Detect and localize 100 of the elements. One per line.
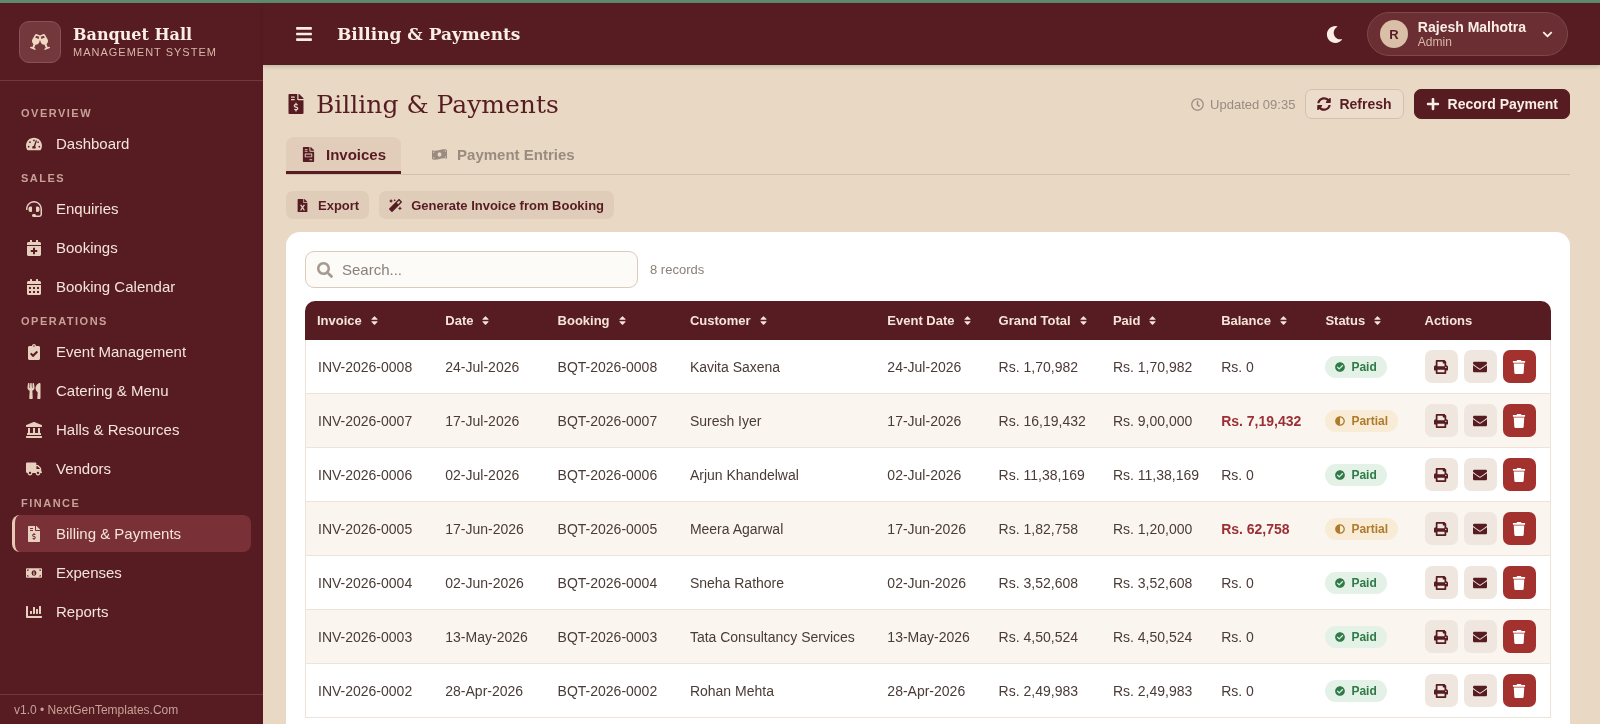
menu-icon[interactable] — [295, 25, 313, 43]
email-button[interactable] — [1463, 512, 1497, 545]
sidebar-item[interactable]: Reports — [12, 593, 251, 630]
column-header: Actions — [1412, 301, 1551, 340]
email-button[interactable] — [1463, 566, 1497, 599]
print-button[interactable] — [1424, 350, 1458, 383]
printer-icon — [1434, 683, 1449, 698]
email-button[interactable] — [1463, 620, 1497, 653]
sidebar-item[interactable]: Expenses — [12, 554, 251, 591]
envelope-icon — [1473, 629, 1488, 644]
plus-icon — [1425, 97, 1440, 111]
email-button[interactable] — [1463, 404, 1497, 437]
sidebar-item[interactable]: Enquiries — [12, 190, 251, 227]
updated-time: Updated 09:35 — [1210, 96, 1296, 112]
tab[interactable]: Invoices — [286, 137, 402, 174]
invoice-icon — [286, 94, 306, 114]
section-heading: FINANCE — [20, 496, 82, 511]
trash-icon — [1512, 521, 1527, 536]
printer-icon — [1434, 359, 1449, 374]
truck-icon — [26, 460, 42, 477]
delete-button[interactable] — [1502, 620, 1536, 653]
column-header[interactable]: Grand Total — [986, 301, 1101, 340]
table-cell: Rs. 2,49,983 — [986, 664, 1101, 718]
sidebar-item[interactable]: Bookings — [12, 229, 251, 266]
brand-title: Banquet Hall — [73, 25, 194, 44]
user-name: Rajesh Malhotra — [1417, 19, 1526, 35]
sort-icon — [961, 315, 973, 326]
column-header[interactable]: Invoice — [305, 301, 434, 340]
email-button[interactable] — [1463, 458, 1497, 491]
print-button[interactable] — [1424, 566, 1458, 599]
toolbar-button[interactable]: Export — [286, 191, 370, 219]
envelope-icon — [1473, 575, 1488, 590]
print-button[interactable] — [1424, 404, 1458, 437]
email-button[interactable] — [1463, 674, 1497, 707]
utensils-icon — [26, 382, 42, 399]
check-icon — [1335, 631, 1346, 642]
sidebar-item[interactable]: Vendors — [12, 450, 251, 487]
status-badge: Paid — [1325, 571, 1387, 594]
sidebar-item[interactable]: Billing & Payments — [12, 515, 251, 552]
envelope-icon — [1473, 521, 1488, 536]
printer-icon — [1434, 575, 1449, 590]
print-button[interactable] — [1424, 458, 1458, 491]
trash-icon — [1512, 575, 1527, 590]
calendar-icon — [26, 278, 42, 295]
printer-icon — [1434, 413, 1449, 428]
envelope-icon — [1473, 413, 1488, 428]
delete-button[interactable] — [1502, 404, 1536, 437]
invoice-icon — [301, 146, 316, 162]
status-badge: Partial — [1325, 517, 1399, 540]
record-payment-button[interactable]: Record Payment — [1413, 89, 1570, 119]
trash-icon — [1512, 629, 1527, 644]
column-header[interactable]: Booking — [545, 301, 678, 340]
delete-button[interactable] — [1502, 566, 1536, 599]
sort-icon — [1278, 315, 1289, 326]
search-icon — [317, 262, 333, 278]
user-role: Admin — [1417, 35, 1453, 49]
column-header[interactable]: Balance — [1209, 301, 1314, 340]
print-button[interactable] — [1424, 512, 1458, 545]
table-cell: 28-Apr-2026 — [433, 664, 546, 718]
check-icon — [1335, 469, 1346, 480]
brand-subtitle: MANAGEMENT SYSTEM — [73, 46, 217, 58]
user-menu[interactable]: R Rajesh Malhotra Admin — [1366, 12, 1568, 56]
envelope-icon — [1473, 359, 1488, 374]
magic-wand-icon — [389, 198, 403, 212]
delete-button[interactable] — [1502, 458, 1536, 491]
version-footer: v1.0 • NextGenTemplates.Com — [0, 694, 263, 724]
sidebar-item[interactable]: Halls & Resources — [12, 411, 251, 448]
column-header[interactable]: Status — [1313, 301, 1413, 340]
table-cell: Rohan Mehta — [677, 664, 876, 718]
check-icon — [1335, 685, 1346, 696]
column-header[interactable]: Date — [433, 301, 546, 340]
spreadsheet-icon — [296, 198, 309, 212]
section-heading: SALES — [20, 171, 67, 186]
sidebar-item[interactable]: Booking Calendar — [12, 268, 251, 305]
column-header[interactable]: Paid — [1100, 301, 1210, 340]
status-badge: Paid — [1325, 679, 1387, 702]
check-icon — [1335, 361, 1346, 372]
invoice-icon — [26, 525, 42, 542]
delete-button[interactable] — [1502, 674, 1536, 707]
envelope-icon — [1473, 467, 1488, 482]
column-header[interactable]: Customer — [677, 301, 876, 340]
search-field[interactable]: Search... — [305, 251, 638, 288]
table-cell: INV-2026-0002 — [305, 664, 434, 718]
banknote-icon — [432, 146, 448, 162]
delete-button[interactable] — [1502, 350, 1536, 383]
sidebar-item[interactable]: Event Management — [12, 333, 251, 370]
refresh-button[interactable]: Refresh — [1305, 89, 1404, 119]
printer-icon — [1434, 521, 1449, 536]
print-button[interactable] — [1424, 620, 1458, 653]
print-button[interactable] — [1424, 674, 1458, 707]
avatar: R — [1379, 20, 1408, 48]
moon-icon[interactable] — [1325, 25, 1343, 43]
sidebar-item[interactable]: Catering & Menu — [12, 372, 251, 409]
table-cell: Rs. 0 — [1209, 664, 1314, 718]
sidebar-item[interactable]: Dashboard — [12, 125, 251, 162]
toolbar-button[interactable]: Generate Invoice from Booking — [379, 191, 615, 219]
column-header[interactable]: Event Date — [875, 301, 987, 340]
delete-button[interactable] — [1502, 512, 1536, 545]
email-button[interactable] — [1463, 350, 1497, 383]
sort-icon — [1077, 315, 1089, 326]
